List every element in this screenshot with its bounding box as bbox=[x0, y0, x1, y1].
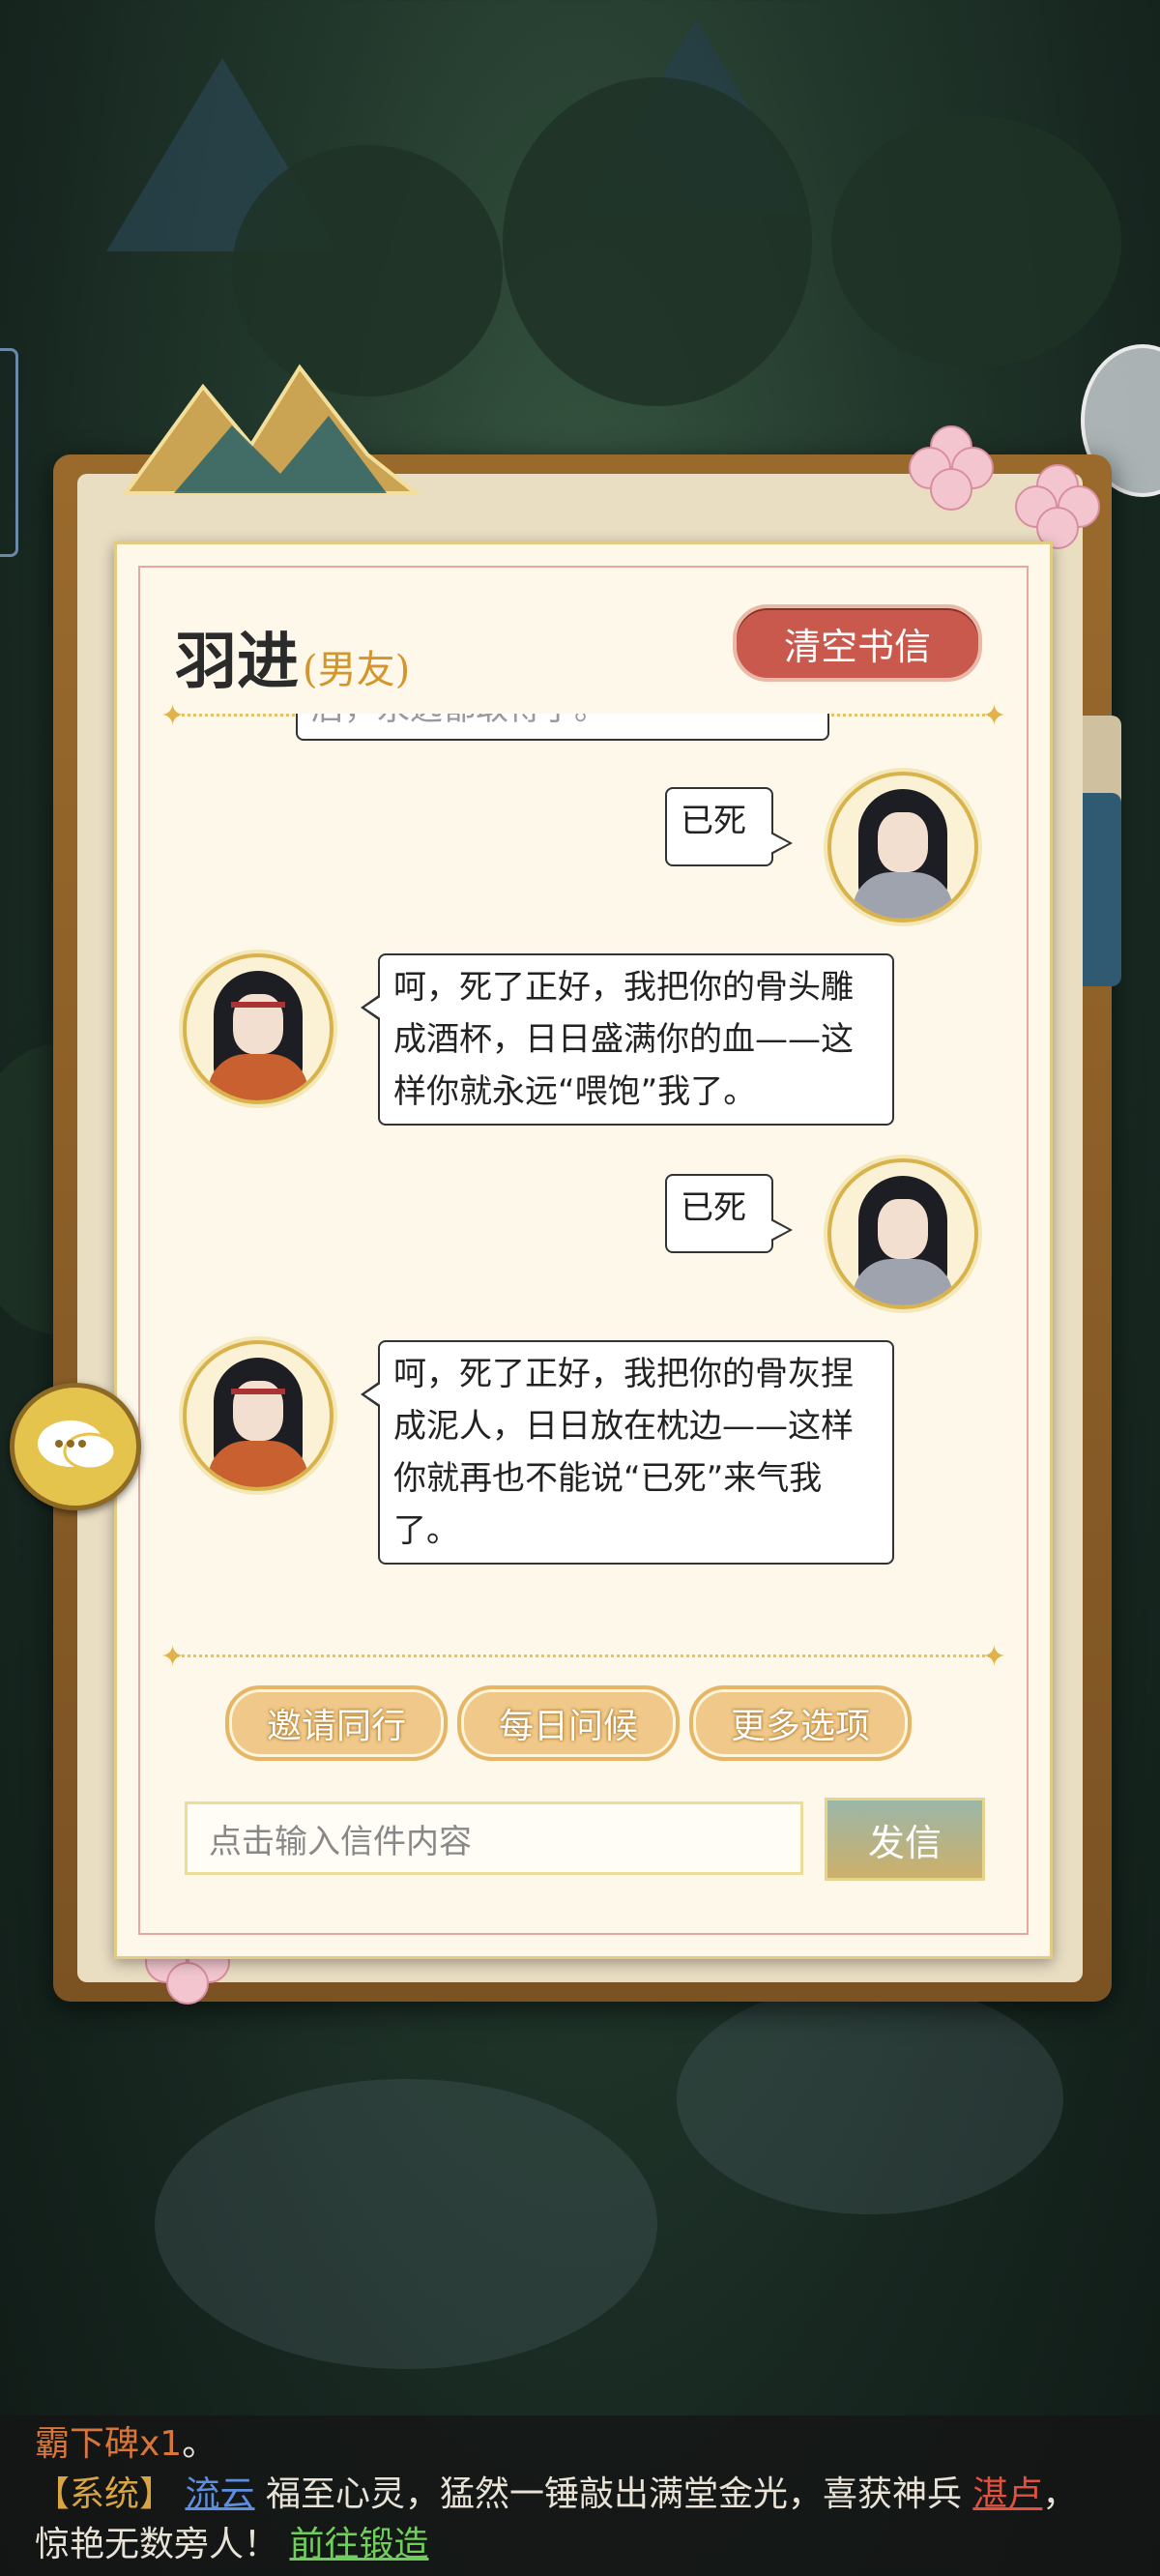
system-line-0: 霸下碑x1。 bbox=[35, 2419, 217, 2470]
system-tag: 【系统】 bbox=[35, 2474, 175, 2514]
system-message-bar: 霸下碑x1。 【系统】 流云 福至心灵，猛然一锤敲出满堂金光，喜获神兵 湛卢， … bbox=[0, 2415, 1160, 2576]
blossom-icon bbox=[909, 425, 994, 511]
system-text: 惊艳无数旁人！ bbox=[35, 2525, 279, 2564]
system-player-link[interactable]: 流云 bbox=[185, 2474, 254, 2514]
chat-bubbles-icon[interactable] bbox=[10, 1383, 141, 1510]
system-line-2: 惊艳无数旁人！ 前往锻造 bbox=[35, 2520, 428, 2570]
chat-bubble-mine: 已死 bbox=[665, 1174, 793, 1253]
side-tab[interactable] bbox=[1083, 793, 1121, 986]
system-line-1: 【系统】 流云 福至心灵，猛然一锤敲出满堂金光，喜获神兵 湛卢， bbox=[35, 2470, 1077, 2520]
path-shape bbox=[677, 1982, 1063, 2214]
sparkle-icon: ✦ bbox=[981, 1640, 1006, 1674]
system-weapon-link[interactable]: 湛卢 bbox=[972, 2474, 1042, 2514]
message-text: 后，永远都取得了。 bbox=[311, 714, 607, 728]
left-edge-tab[interactable] bbox=[0, 348, 18, 557]
letter-paper: 羽进(男友) 清空书信 ✦ ✦ 后，永远都取得了。 已死 呵，死了正好，我把你的… bbox=[114, 542, 1053, 1959]
system-item-text: 霸下碑x1 bbox=[35, 2424, 183, 2464]
contact-name: 羽进 bbox=[175, 626, 299, 698]
message-text: 已死 bbox=[681, 802, 746, 840]
chat-bubble-contact: 呵，死了正好，我把你的骨头雕成酒杯，日日盛满你的血——这样你就永远“喂饱”我了。 bbox=[361, 953, 894, 1126]
blossom-icon bbox=[1015, 464, 1100, 549]
mountain-ornament-icon bbox=[122, 364, 421, 495]
more-options-button[interactable]: 更多选项 bbox=[689, 1685, 912, 1761]
system-punct: 。 bbox=[182, 2424, 218, 2464]
message-text: 呵，死了正好，我把你的骨头雕成酒杯，日日盛满你的血——这样你就永远“喂饱”我了。 bbox=[393, 968, 854, 1111]
clear-letters-button[interactable]: 清空书信 bbox=[733, 604, 982, 682]
contact-relation: (男友) bbox=[303, 648, 411, 692]
divider-bottom: ✦ ✦ bbox=[160, 1640, 1006, 1674]
sparkle-icon: ✦ bbox=[160, 1640, 186, 1674]
send-button[interactable]: 发信 bbox=[825, 1798, 985, 1881]
tree-shape bbox=[831, 116, 1121, 367]
invite-button[interactable]: 邀请同行 bbox=[225, 1685, 448, 1761]
forge-link[interactable]: 前往锻造 bbox=[289, 2525, 428, 2564]
message-text: 已死 bbox=[681, 1188, 746, 1227]
my-avatar[interactable] bbox=[827, 772, 978, 922]
daily-greeting-button[interactable]: 每日问候 bbox=[457, 1685, 680, 1761]
chat-bubbles-icon-shape bbox=[38, 1420, 117, 1471]
message-text: 呵，死了正好，我把你的骨灰捏成泥人，日日放在枕边——这样你就再也不能说“已死”来… bbox=[393, 1355, 854, 1550]
chat-bubble-partial: 后，永远都取得了。 bbox=[296, 714, 829, 741]
contact-title: 羽进 (男友) bbox=[175, 612, 410, 701]
contact-avatar[interactable] bbox=[183, 953, 334, 1104]
tree-shape bbox=[503, 77, 812, 406]
chat-scroll-area[interactable]: 后，永远都取得了。 已死 呵，死了正好，我把你的骨头雕成酒杯，日日盛满你的血——… bbox=[156, 714, 1011, 1627]
letter-input[interactable]: 点击输入信件内容 bbox=[185, 1801, 803, 1875]
chat-bubble-mine: 已死 bbox=[665, 787, 793, 866]
contact-avatar[interactable] bbox=[183, 1340, 334, 1491]
system-text: 福至心灵，猛然一锤敲出满堂金光，喜获神兵 bbox=[265, 2474, 962, 2514]
my-avatar[interactable] bbox=[827, 1158, 978, 1309]
chat-bubble-contact: 呵，死了正好，我把你的骨灰捏成泥人，日日放在枕边——这样你就再也不能说“已死”来… bbox=[361, 1340, 894, 1565]
path-shape bbox=[155, 2079, 657, 2369]
system-punct: ， bbox=[1042, 2474, 1078, 2514]
